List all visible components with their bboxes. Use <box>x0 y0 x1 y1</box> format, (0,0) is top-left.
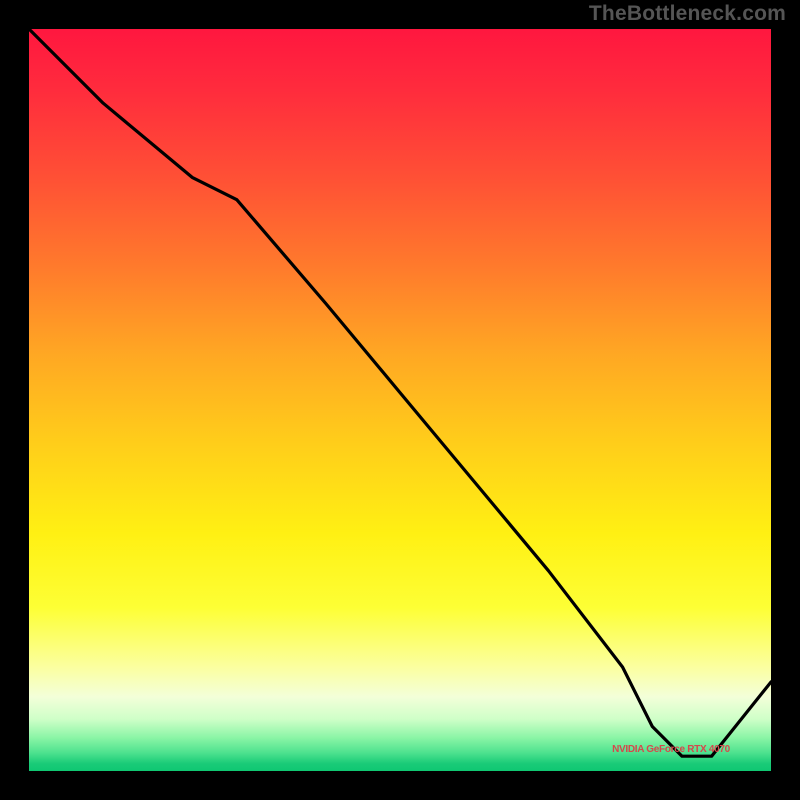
plot-area: NVIDIA GeForce RTX 4070 <box>29 29 771 771</box>
gpu-label: NVIDIA GeForce RTX 4070 <box>612 744 730 755</box>
bottleneck-curve <box>29 29 771 771</box>
chart-frame: TheBottleneck.com NVIDIA GeForce RTX 407… <box>0 0 800 800</box>
watermark-text: TheBottleneck.com <box>589 2 786 26</box>
